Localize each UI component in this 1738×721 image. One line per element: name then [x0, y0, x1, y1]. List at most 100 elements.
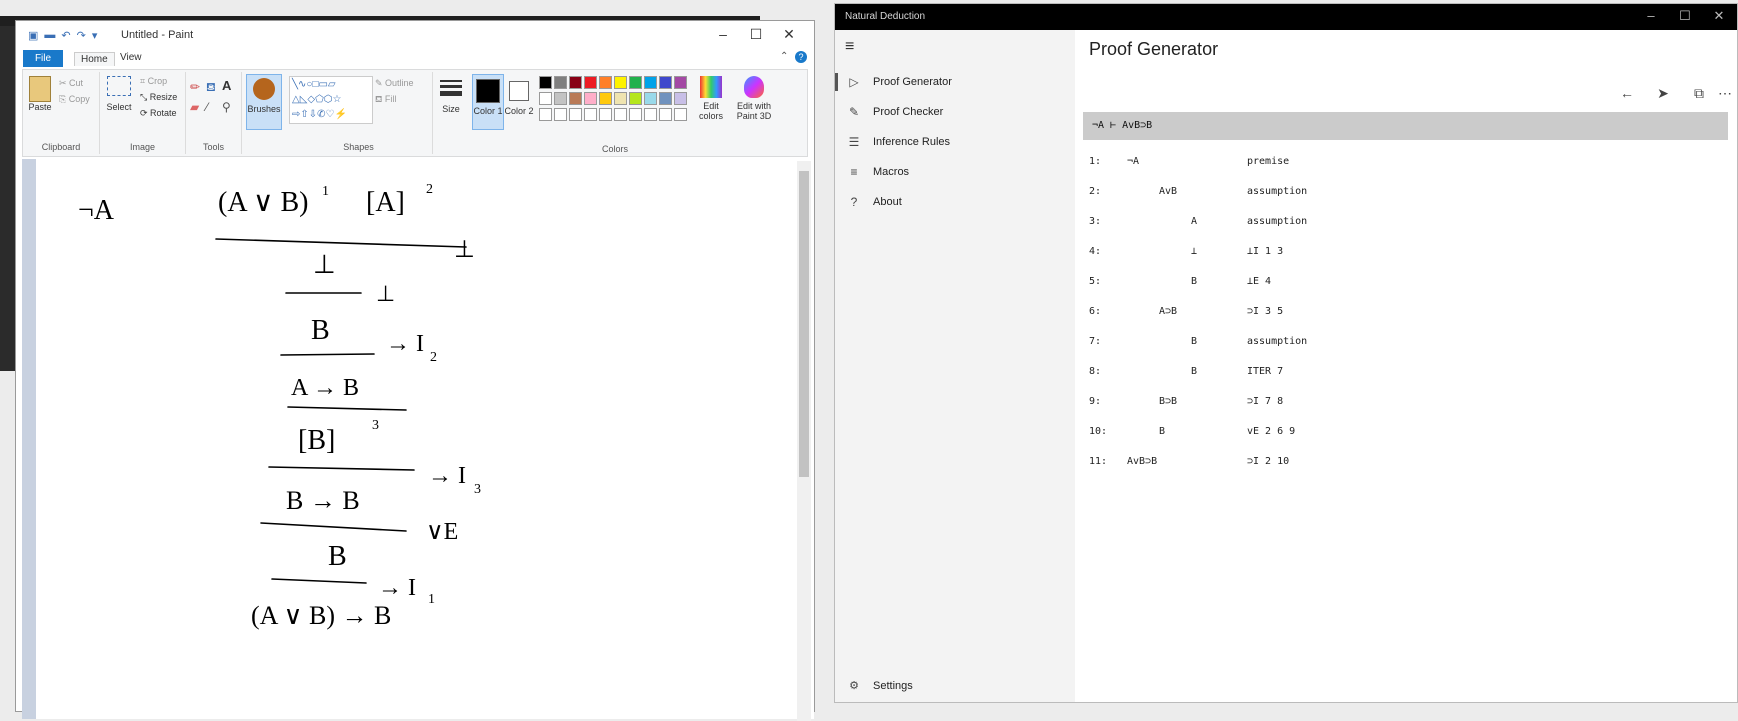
- text-icon[interactable]: A: [222, 78, 231, 93]
- tab-home[interactable]: Home: [74, 52, 115, 66]
- proof-line[interactable]: 5: B ⊥E 4: [1089, 270, 1689, 294]
- edit-paint3d-button[interactable]: Edit with Paint 3D: [733, 76, 775, 121]
- color-picker-icon[interactable]: ⁄: [206, 100, 208, 114]
- palette-swatch[interactable]: [659, 108, 672, 121]
- drawing-text-bot-2: ⊥: [313, 250, 336, 279]
- nav-proof-checker[interactable]: ✎ Proof Checker: [843, 99, 1073, 125]
- palette-swatch[interactable]: [584, 92, 597, 105]
- nav-proof-generator[interactable]: ▷ Proof Generator: [843, 69, 1073, 95]
- customize-qat-icon[interactable]: ▾: [92, 29, 98, 42]
- help-icon[interactable]: ?: [795, 51, 807, 63]
- eraser-icon[interactable]: ▰: [190, 100, 199, 114]
- nd-minimize-icon[interactable]: –: [1641, 8, 1661, 23]
- palette-swatch[interactable]: [644, 92, 657, 105]
- palette-swatch[interactable]: [554, 76, 567, 89]
- collapse-ribbon-icon[interactable]: ⌃: [780, 51, 788, 62]
- back-icon[interactable]: ←: [1615, 85, 1639, 101]
- palette-swatch[interactable]: [539, 92, 552, 105]
- palette-swatch[interactable]: [539, 108, 552, 121]
- crop-button[interactable]: ⌗ Crop: [140, 76, 167, 87]
- color1-button[interactable]: Color 1: [472, 74, 504, 130]
- pencil-icon[interactable]: ✏: [190, 80, 200, 94]
- palette-swatch[interactable]: [674, 76, 687, 89]
- redo-icon[interactable]: ↷: [77, 29, 86, 42]
- palette-swatch[interactable]: [599, 108, 612, 121]
- scrollbar-thumb[interactable]: [799, 171, 809, 477]
- proof-line[interactable]: 8: B ITER 7: [1089, 360, 1689, 384]
- copy-button[interactable]: ⎘ Copy: [59, 94, 90, 105]
- palette-swatch[interactable]: [569, 108, 582, 121]
- rotate-button[interactable]: ⟳ Rotate: [140, 108, 177, 119]
- palette-swatch[interactable]: [539, 76, 552, 89]
- paint-app-icon[interactable]: ▣: [28, 29, 38, 42]
- hamburger-menu-icon[interactable]: ≡: [845, 38, 854, 56]
- nav-settings[interactable]: ⚙ Settings: [843, 679, 913, 693]
- proof-line[interactable]: 1: ¬A premise: [1089, 150, 1689, 174]
- tab-view[interactable]: View: [120, 52, 142, 63]
- tab-file[interactable]: File: [23, 50, 63, 67]
- proof-line[interactable]: 2: AvB assumption: [1089, 180, 1689, 204]
- proof-line-number: 10:: [1089, 426, 1108, 437]
- shapes-gallery[interactable]: ╲∿○□▭▱ △◺◇⬠⬡☆ ⇨⇧⇩✆♡⚡: [289, 76, 373, 124]
- nav-inference-rules[interactable]: ☰ Inference Rules: [843, 129, 1073, 155]
- maximize-icon[interactable]: ☐: [746, 26, 766, 43]
- canvas-vertical-scrollbar[interactable]: [797, 161, 811, 721]
- resize-button[interactable]: ⤡ Resize: [140, 92, 177, 103]
- nd-close-icon[interactable]: ✕: [1709, 8, 1729, 24]
- palette-swatch[interactable]: [584, 108, 597, 121]
- save-icon[interactable]: ▬: [44, 29, 55, 42]
- proof-line-number: 11:: [1089, 456, 1108, 467]
- proof-line-justification: ⊃I 2 10: [1247, 456, 1290, 467]
- new-window-icon[interactable]: ⧉: [1687, 85, 1711, 102]
- palette-swatch[interactable]: [674, 108, 687, 121]
- palette-swatch[interactable]: [644, 76, 657, 89]
- palette-swatch[interactable]: [629, 108, 642, 121]
- cut-button[interactable]: ✂ Cut: [59, 78, 83, 89]
- palette-swatch[interactable]: [629, 92, 642, 105]
- select-button[interactable]: Select: [104, 76, 134, 112]
- size-button[interactable]: Size: [436, 74, 466, 114]
- proof-line[interactable]: 7: Bassumption: [1089, 330, 1689, 354]
- palette-swatch[interactable]: [569, 76, 582, 89]
- proof-line[interactable]: 3: Aassumption: [1089, 210, 1689, 234]
- palette-swatch[interactable]: [599, 92, 612, 105]
- proof-line[interactable]: 4: ⊥ ⊥I 1 3: [1089, 240, 1689, 264]
- minimize-icon[interactable]: –: [713, 26, 733, 42]
- more-options-icon[interactable]: ⋯: [1713, 85, 1737, 102]
- nav-about[interactable]: ? About: [843, 189, 1073, 215]
- outline-button[interactable]: ✎ Outline: [375, 78, 414, 89]
- palette-swatch[interactable]: [599, 76, 612, 89]
- paste-button[interactable]: Paste: [27, 76, 53, 120]
- fill-button[interactable]: ⛾ Fill: [375, 94, 396, 106]
- proof-line[interactable]: 9: B⊃B ⊃I 7 8: [1089, 390, 1689, 414]
- palette-swatch[interactable]: [659, 76, 672, 89]
- nd-maximize-icon[interactable]: ☐: [1675, 8, 1695, 24]
- proof-line-justification: premise: [1247, 156, 1290, 167]
- proof-line-number: 2:: [1089, 186, 1102, 197]
- brushes-button[interactable]: Brushes: [246, 74, 282, 130]
- palette-swatch[interactable]: [554, 92, 567, 105]
- palette-swatch[interactable]: [614, 76, 627, 89]
- palette-swatch[interactable]: [569, 92, 582, 105]
- nav-macros[interactable]: ≡ Macros: [843, 159, 1073, 185]
- send-icon[interactable]: ➤: [1651, 85, 1675, 102]
- proof-line-formula: B⊃B: [1159, 396, 1178, 407]
- color2-button[interactable]: Color 2: [504, 74, 534, 116]
- edit-colors-button[interactable]: Edit colors: [695, 76, 727, 121]
- palette-swatch[interactable]: [614, 108, 627, 121]
- proof-line[interactable]: 10: BvE 2 6 9: [1089, 420, 1689, 444]
- undo-icon[interactable]: ↶: [61, 29, 70, 42]
- palette-swatch[interactable]: [674, 92, 687, 105]
- magnifier-icon[interactable]: ⚲: [222, 100, 231, 114]
- palette-swatch[interactable]: [554, 108, 567, 121]
- palette-swatch[interactable]: [629, 76, 642, 89]
- close-icon[interactable]: ✕: [779, 26, 799, 43]
- palette-swatch[interactable]: [614, 92, 627, 105]
- proof-line[interactable]: 11: AvB⊃B ⊃I 2 10: [1089, 450, 1689, 474]
- palette-swatch[interactable]: [644, 108, 657, 121]
- palette-swatch[interactable]: [584, 76, 597, 89]
- proof-line[interactable]: 6: A⊃B ⊃I 3 5: [1089, 300, 1689, 324]
- drawing-canvas[interactable]: ¬A (A ∨ B) 1 [A] 2 ⊥ ⊥ ⊥ B → I 2 A → B […: [36, 159, 814, 719]
- palette-swatch[interactable]: [659, 92, 672, 105]
- fill-icon[interactable]: ⛾: [206, 80, 216, 96]
